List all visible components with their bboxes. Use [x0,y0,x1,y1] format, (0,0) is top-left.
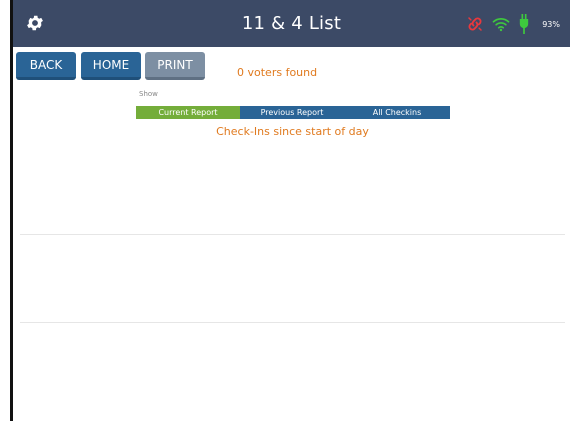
previous-report-tab[interactable]: Previous Report [240,106,344,119]
broken-link-icon [468,17,482,31]
app-header: 11 & 4 List 93% [13,0,570,47]
window-left-edge [10,0,13,421]
row-divider [20,234,565,235]
current-report-tab[interactable]: Current Report [136,106,240,119]
all-checkins-tab[interactable]: All Checkins [344,106,450,119]
plug-icon [520,14,529,34]
report-subtitle: Check-Ins since start of day [216,125,369,138]
show-label: Show [139,90,158,98]
back-button[interactable]: BACK [16,52,76,80]
wifi-icon [492,18,510,32]
voters-found-count: 0 voters found [237,66,318,79]
battery-percent: 93% [542,19,560,29]
print-button[interactable]: PRINT [145,52,205,80]
status-bar: 93% [466,14,560,34]
home-button[interactable]: HOME [81,52,141,80]
row-divider [20,322,565,323]
